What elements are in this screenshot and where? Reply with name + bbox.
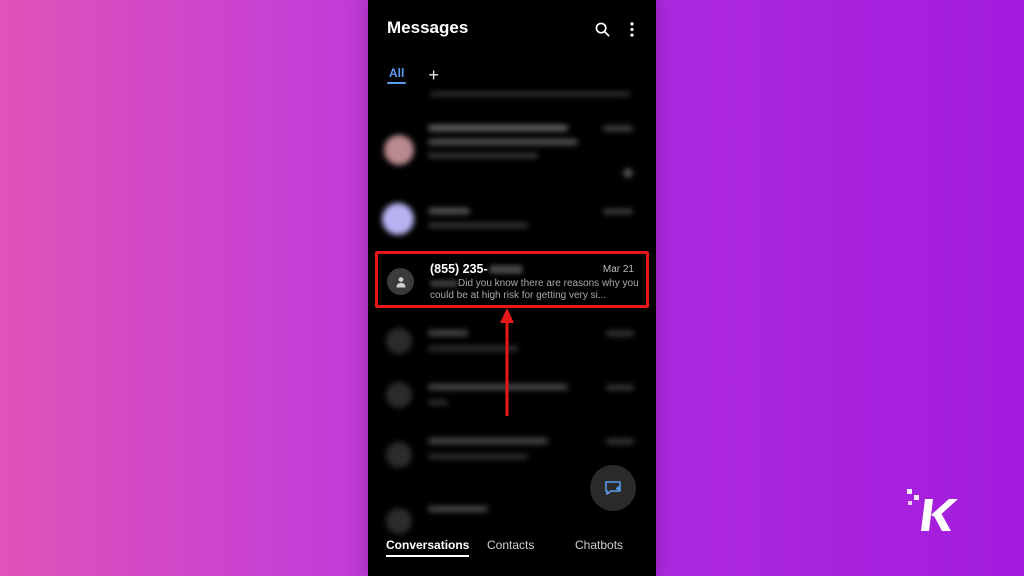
tab-all[interactable]: All [387, 66, 407, 84]
blurred-conversations-top [368, 85, 656, 245]
add-tab-button[interactable]: + [428, 66, 439, 84]
red-arrow-annotation [500, 308, 514, 416]
filter-tabs: All + [387, 66, 439, 84]
new-message-button[interactable] [590, 465, 636, 511]
bottom-nav: Conversations Contacts Chatbots [368, 538, 656, 560]
nav-chatbots[interactable]: Chatbots [575, 538, 623, 552]
conversation-preview-wrap: Did you know there are reasons why you c… [430, 278, 640, 302]
nav-contacts[interactable]: Contacts [487, 538, 534, 552]
brand-logo-icon [907, 489, 958, 531]
conversation-number: (855) 235- [430, 262, 488, 276]
nav-conversations[interactable]: Conversations [386, 538, 470, 557]
search-icon[interactable] [594, 19, 610, 39]
header-actions [594, 18, 640, 40]
phone-screen: Messages All + (855) 235- Mar 21 Did you… [368, 0, 656, 576]
new-message-icon [605, 481, 621, 495]
redacted-number [488, 265, 523, 275]
conversation-preview: Did you know there are reasons why you c… [430, 278, 639, 301]
redacted-preview [430, 279, 458, 287]
person-icon [396, 276, 405, 287]
conversation-name: (855) 235- [430, 262, 523, 276]
more-vertical-icon[interactable] [624, 19, 640, 39]
app-header: Messages [387, 18, 640, 40]
conversation-date: Mar 21 [602, 264, 634, 275]
highlighted-conversation[interactable]: (855) 235- Mar 21 Did you know there are… [375, 251, 649, 308]
avatar [387, 268, 414, 295]
